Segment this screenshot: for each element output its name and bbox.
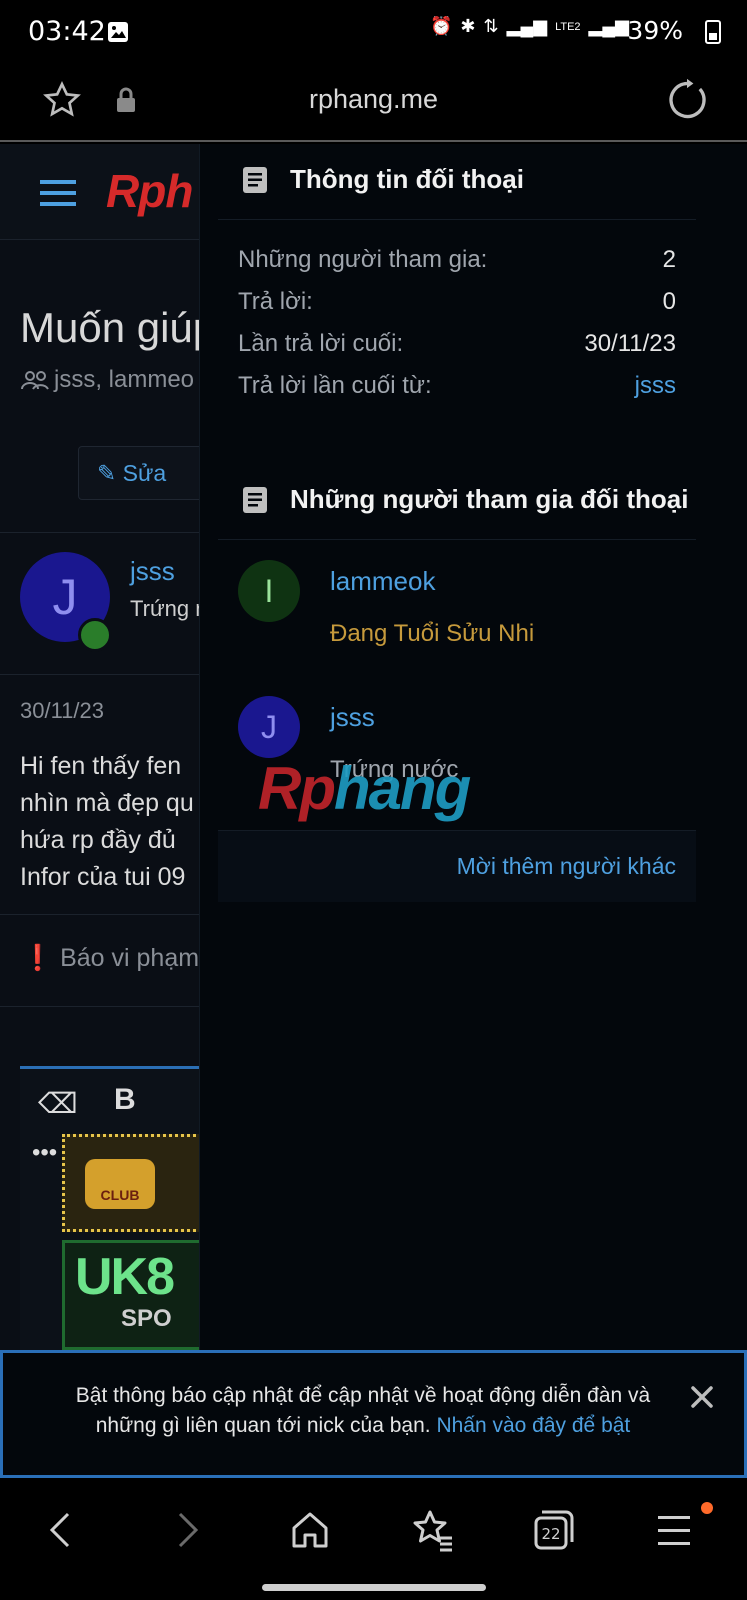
document-icon — [243, 167, 267, 193]
close-icon[interactable] — [688, 1383, 716, 1411]
info-row-last-reply: Lần trả lời cuối: 30/11/23 — [238, 330, 676, 358]
message-line: Infor của tui 09 — [20, 863, 186, 891]
edit-label: Sửa — [122, 460, 167, 486]
gesture-handle[interactable] — [262, 1584, 486, 1591]
back-icon[interactable] — [40, 1508, 84, 1552]
edit-button[interactable]: ✎ Sửa — [78, 446, 218, 500]
author-role: Trứng n — [130, 596, 208, 621]
volte-icon: LTE2 — [555, 20, 581, 33]
info-label: Trả lời lần cuối từ: — [238, 372, 432, 399]
participants-text: jsss, lammeo — [54, 366, 195, 393]
info-value: 0 — [662, 288, 676, 315]
post-date[interactable]: 30/11/23 — [20, 698, 104, 724]
browser-bottom-nav: 22 — [0, 1478, 747, 1600]
conversation-info-header: Thông tin đối thoại — [218, 144, 696, 220]
info-row-replies: Trả lời: 0 — [238, 288, 676, 316]
forward-icon[interactable] — [164, 1508, 208, 1552]
battery-percent: 39% — [627, 16, 683, 45]
participant-name[interactable]: lammeok — [330, 566, 435, 597]
message-line: hứa rp đầy đủ — [20, 826, 176, 854]
info-label: Trả lời: — [238, 288, 313, 315]
invite-more-link[interactable]: Mời thêm người khác — [457, 853, 676, 880]
status-bar: 03:42 ⏰ ✱ ⇅ ▂▄▆ LTE2 ▂▄▆ 39% — [0, 0, 747, 62]
status-time: 03:42 — [28, 16, 106, 47]
conversation-title: Muốn giúp — [20, 304, 217, 351]
participant-avatar[interactable]: J — [238, 696, 300, 758]
author-name[interactable]: jsss — [130, 556, 175, 587]
watermark-part2: hang — [333, 755, 471, 822]
notification-banner: Bật thông báo cập nhật để cập nhật về ho… — [0, 1350, 747, 1478]
watermark-part1: Rp — [258, 755, 336, 822]
rphang-watermark: Rphang — [258, 754, 471, 823]
participant-name[interactable]: jsss — [330, 702, 375, 733]
info-label: Lần trả lời cuối: — [238, 330, 404, 357]
ad-club-label: CLUB — [85, 1159, 155, 1209]
message-line: Hi fen thấy fen — [20, 752, 182, 780]
message-body: Hi fen thấy fen nhìn mà đẹp qu hứa rp đầ… — [20, 748, 194, 896]
home-icon[interactable] — [288, 1508, 332, 1552]
pencil-icon: ✎ — [97, 460, 117, 486]
data-arrows-icon: ⇅ — [483, 16, 499, 36]
reload-icon[interactable] — [665, 78, 709, 122]
conversation-info-title: Thông tin đối thoại — [290, 164, 524, 194]
warning-icon: ❗ — [22, 944, 54, 972]
alarm-icon: ⏰ — [430, 16, 453, 36]
info-row-last-reply-from: Trả lời lần cuối từ: jsss — [238, 372, 676, 400]
info-value-user-link[interactable]: jsss — [635, 372, 676, 400]
info-row-participants: Những người tham gia: 2 — [238, 246, 676, 274]
bookmarks-icon[interactable] — [410, 1508, 454, 1552]
logo-text: Rph — [106, 165, 193, 217]
signal-icon-2: ▂▄▆ — [588, 16, 629, 36]
panel-footer: Mời thêm người khác — [218, 830, 696, 902]
gallery-icon — [108, 22, 128, 42]
conversation-info-panel: Thông tin đối thoại Những người tham gia… — [199, 144, 747, 1350]
report-label: Báo vi phạm — [60, 944, 200, 972]
eraser-icon[interactable]: ⌫ — [38, 1087, 78, 1120]
info-value: 2 — [662, 246, 676, 273]
ad-banner-club[interactable]: CLUB — [62, 1134, 202, 1232]
participant-item: I lammeok Đang Tuổi Sửu Nhi — [238, 560, 678, 670]
ad-banner-uk[interactable]: UK8 SPO — [62, 1240, 202, 1350]
participant-title: Đang Tuổi Sửu Nhi — [330, 620, 535, 647]
participant-avatar[interactable]: I — [238, 560, 300, 622]
menu-icon[interactable] — [654, 1508, 698, 1552]
browser-address-bar: rphang.me — [0, 62, 747, 142]
info-value[interactable]: 30/11/23 — [584, 330, 676, 358]
site-logo[interactable]: Rph — [106, 164, 193, 218]
hamburger-menu-icon[interactable] — [40, 180, 76, 206]
participants-header: Những người tham gia đối thoại — [218, 464, 696, 540]
notification-text-block: Bật thông báo cập nhật để cập nhật về ho… — [43, 1381, 683, 1441]
enable-notifications-link[interactable]: Nhấn vào đây để bật — [436, 1414, 630, 1437]
bluetooth-icon: ✱ — [460, 16, 476, 36]
participants-title: Những người tham gia đối thoại — [290, 484, 689, 514]
notification-badge-icon — [701, 1502, 713, 1514]
online-status-icon — [78, 618, 112, 652]
report-link[interactable]: ❗ Báo vi phạm — [22, 944, 199, 973]
more-options-icon[interactable]: ••• — [32, 1139, 57, 1167]
participants-line: jsss, lammeo — [20, 366, 194, 394]
info-label: Những người tham gia: — [238, 246, 488, 273]
signal-icon: ▂▄▆ — [506, 16, 548, 36]
document-icon — [243, 487, 267, 513]
battery-icon — [705, 20, 721, 44]
ad-spo-label: SPO — [121, 1305, 172, 1332]
status-icons: ⏰ ✱ ⇅ ▂▄▆ LTE2 ▂▄▆ — [430, 16, 629, 37]
tabs-icon[interactable]: 22 — [532, 1508, 576, 1552]
bold-icon[interactable]: B — [114, 1083, 136, 1117]
message-line: nhìn mà đẹp qu — [20, 789, 194, 817]
ad-uk-label: UK8 — [75, 1248, 175, 1306]
url-text[interactable]: rphang.me — [0, 84, 747, 115]
tabs-count: 22 — [541, 1525, 560, 1543]
users-icon — [21, 371, 49, 390]
